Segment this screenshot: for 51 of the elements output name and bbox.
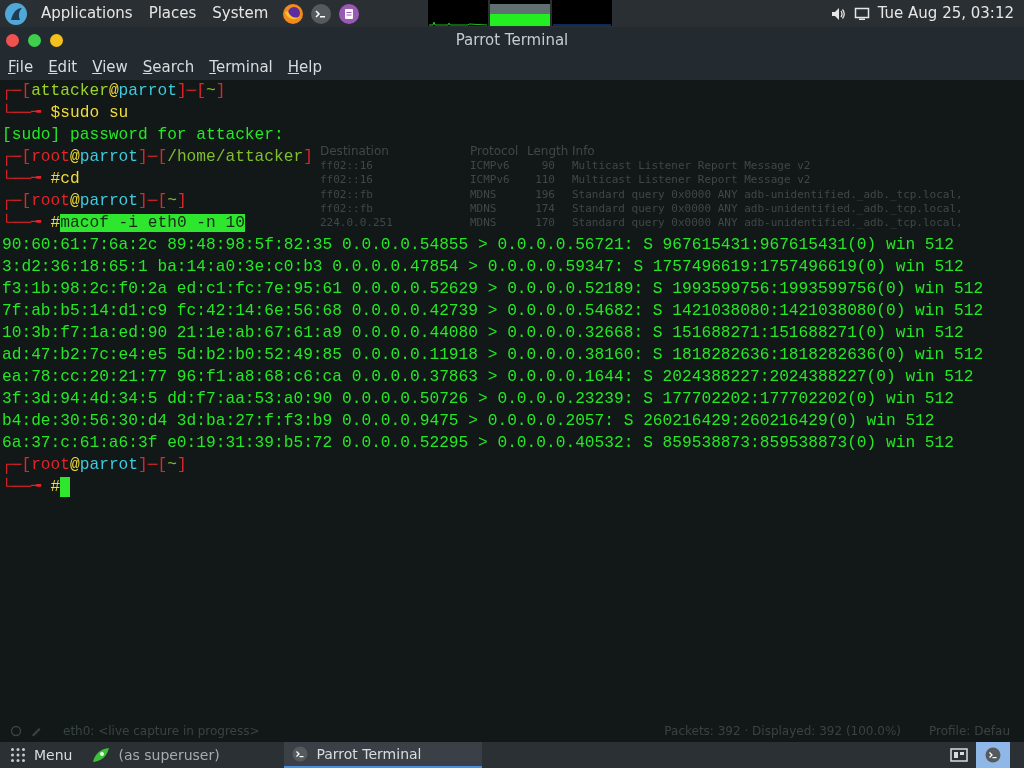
minimize-button[interactable] xyxy=(50,34,63,47)
output-line: 6a:37:c:61:a6:3f e0:19:31:39:b5:72 0.0.0.0.52295 > 0.0.0.0.40532: S 859538873:859538873(0) win 512 xyxy=(2,433,954,454)
output-line: ea:78:cc:20:21:77 96:f1:a8:68:c6:ca 0.0.0.0.37863 > 0.0.0.0.1644: S 2024388227:2024388227(0) win 512 xyxy=(2,367,974,388)
terminal-window-button[interactable] xyxy=(976,742,1010,768)
taskbar-item[interactable]: Parrot Terminal xyxy=(284,742,483,768)
text-editor-icon[interactable] xyxy=(338,2,361,25)
prompt-text: └──╼ # xyxy=(2,476,61,498)
display-icon[interactable] xyxy=(853,5,870,22)
menu-item[interactable]: Help xyxy=(282,55,327,79)
prompt-line: ┌─[root@parrot]─[/home/attacker] xyxy=(2,147,313,168)
terminal-icon[interactable] xyxy=(310,2,333,25)
output-line: [sudo] password for attacker: xyxy=(2,125,284,146)
parrot-logo-icon[interactable] xyxy=(5,2,27,25)
output-line: 3f:3d:94:4d:34:5 dd:f7:aa:53:a0:90 0.0.0.0.50726 > 0.0.0.0.23239: S 177702202:177702202(0) win 512 xyxy=(2,389,954,410)
menu-item[interactable]: View xyxy=(87,55,133,79)
firefox-icon[interactable] xyxy=(282,2,305,25)
leaf-icon xyxy=(92,747,111,763)
panel-menu[interactable]: Places xyxy=(142,2,203,25)
memory-graph xyxy=(490,0,550,26)
network-graph xyxy=(552,0,612,26)
panel-menu[interactable]: Applications xyxy=(35,2,139,25)
menu-item[interactable]: Terminal xyxy=(204,55,278,79)
status-circle-icon xyxy=(10,725,22,737)
menu-item[interactable]: Edit xyxy=(43,55,83,79)
output-line: 90:60:61:7:6a:2c 89:48:98:5f:82:35 0.0.0.0.54855 > 0.0.0.0.56721: S 967615431:967615431(0) win 512 xyxy=(2,235,954,256)
menu-button[interactable]: Menu xyxy=(0,742,85,768)
clock: Tue Aug 25, 03:12 xyxy=(877,3,1014,25)
prompt-line: ┌─[root@parrot]─[~] xyxy=(2,455,187,476)
cpu-graph xyxy=(428,0,488,26)
menu-item[interactable]: Search xyxy=(137,55,200,79)
command-line: └──╼ #cd xyxy=(2,168,80,190)
taskbar-item[interactable]: (as superuser) xyxy=(84,742,275,768)
workspace-icon[interactable] xyxy=(950,747,968,763)
command-line: └──╼ $sudo su xyxy=(2,102,129,124)
output-line: 3:d2:36:18:65:1 ba:14:a0:3e:c0:b3 0.0.0.0.47854 > 0.0.0.0.59347: S 1757496619:1757496619(0) win 512 xyxy=(2,257,964,278)
terminal-icon xyxy=(985,747,1001,763)
prompt-line: ┌─[root@parrot]─[~] xyxy=(2,191,187,212)
maximize-button[interactable] xyxy=(28,34,41,47)
window-title: Parrot Terminal xyxy=(455,30,569,52)
output-line: b4:de:30:56:30:d4 3d:ba:27:f:f3:b9 0.0.0.0.9475 > 0.0.0.0.2057: S 260216429:260216429(0) win 512 xyxy=(2,411,935,432)
panel-menu[interactable]: System xyxy=(206,2,275,25)
menu-item[interactable]: File xyxy=(3,55,39,79)
output-line: 10:3b:f7:1a:ed:90 21:1e:ab:67:61:a9 0.0.0.0.44080 > 0.0.0.0.32668: S 151688271:151688271(0) win 512 xyxy=(2,323,964,344)
terminal-icon xyxy=(292,746,309,762)
close-button[interactable] xyxy=(6,34,19,47)
prompt-line: ┌─[attacker@parrot]─[~] xyxy=(2,81,226,102)
output-line: ad:47:b2:7c:e4:e5 5d:b2:b0:52:49:85 0.0.0.0.11918 > 0.0.0.0.38160: S 1818282636:1818282636(0) win 512 xyxy=(2,345,984,366)
output-line: f3:1b:98:2c:f0:2a ed:c1:fc:7e:95:61 0.0.0.0.52629 > 0.0.0.0.52189: S 1993599756:1993599756(0) win 512 xyxy=(2,279,984,300)
grid-icon xyxy=(10,747,26,763)
edit-icon xyxy=(30,725,42,737)
output-line: 7f:ab:b5:14:d1:c9 fc:42:14:6e:56:68 0.0.0.0.42739 > 0.0.0.0.54682: S 1421038080:1421038080(0) win 512 xyxy=(2,301,984,322)
